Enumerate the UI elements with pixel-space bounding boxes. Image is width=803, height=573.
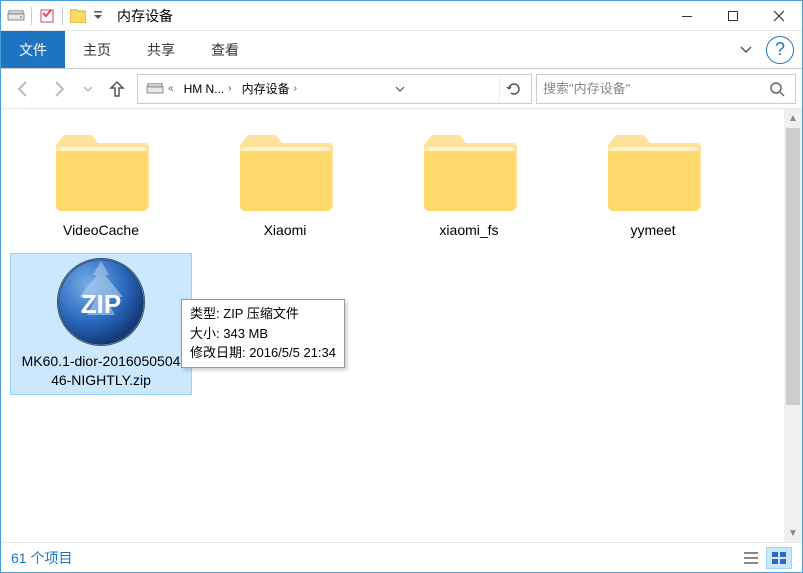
tab-share[interactable]: 共享 bbox=[129, 31, 193, 68]
window-title: 内存设备 bbox=[117, 6, 173, 26]
address-root-icon[interactable]: « bbox=[142, 75, 178, 103]
qat-dropdown-icon[interactable] bbox=[91, 5, 105, 27]
folder-item[interactable]: xiaomi_fs bbox=[379, 123, 559, 244]
search-box[interactable] bbox=[536, 74, 796, 104]
item-label: MK60.1-dior-201605050446-NIGHTLY.zip bbox=[21, 352, 181, 390]
item-label: xiaomi_fs bbox=[439, 221, 498, 240]
folder-icon bbox=[235, 127, 335, 217]
file-tab[interactable]: 文件 bbox=[1, 31, 65, 68]
folder-icon bbox=[51, 127, 151, 217]
search-icon[interactable] bbox=[765, 77, 789, 101]
qat-properties-icon[interactable] bbox=[36, 5, 58, 27]
up-button[interactable] bbox=[101, 73, 133, 105]
scroll-up-icon[interactable]: ▲ bbox=[784, 109, 802, 127]
breadcrumb-segment[interactable]: 内存设备 › bbox=[238, 75, 301, 103]
help-button[interactable]: ? bbox=[766, 36, 794, 64]
breadcrumb-segment[interactable]: HM N... › bbox=[180, 75, 236, 103]
status-bar: 61 个项目 bbox=[1, 542, 802, 572]
drive-icon bbox=[5, 5, 27, 27]
folder-item[interactable]: yymeet bbox=[563, 123, 743, 244]
folder-item[interactable]: Xiaomi bbox=[195, 123, 375, 244]
folder-icon bbox=[419, 127, 519, 217]
item-label: VideoCache bbox=[63, 221, 139, 240]
folder-icon bbox=[603, 127, 703, 217]
tab-view[interactable]: 查看 bbox=[193, 31, 257, 68]
item-label: yymeet bbox=[630, 221, 675, 240]
navigation-bar: « HM N... › 内存设备 › bbox=[1, 69, 802, 109]
ribbon-expand-icon[interactable] bbox=[732, 36, 760, 64]
qat-newfolder-icon[interactable] bbox=[67, 5, 89, 27]
address-history-icon[interactable] bbox=[392, 75, 408, 103]
svg-text:ZIP: ZIP bbox=[80, 289, 120, 319]
item-count: 61 个项目 bbox=[11, 548, 72, 568]
history-dropdown-icon[interactable] bbox=[79, 73, 97, 105]
zip-icon: ZIP bbox=[51, 258, 151, 348]
chevron-right-icon[interactable]: › bbox=[228, 83, 231, 94]
icons-view-button[interactable] bbox=[766, 547, 792, 569]
maximize-button[interactable] bbox=[710, 1, 756, 31]
ribbon-tabs: 文件 主页 共享 查看 ? bbox=[1, 31, 802, 69]
folder-item[interactable]: VideoCache bbox=[11, 123, 191, 244]
address-bar[interactable]: « HM N... › 内存设备 › bbox=[137, 74, 532, 104]
refresh-button[interactable] bbox=[499, 75, 527, 103]
item-label: Xiaomi bbox=[264, 221, 307, 240]
file-pane[interactable]: VideoCache Xiaomi xiaomi_fs yymeet bbox=[1, 109, 802, 542]
forward-button[interactable] bbox=[43, 73, 75, 105]
scrollbar-thumb[interactable] bbox=[786, 128, 800, 405]
tab-home[interactable]: 主页 bbox=[65, 31, 129, 68]
titlebar: 内存设备 bbox=[1, 1, 802, 31]
chevron-right-icon[interactable]: › bbox=[294, 83, 297, 94]
breadcrumb-label: 内存设备 bbox=[242, 80, 290, 97]
scroll-down-icon[interactable]: ▼ bbox=[784, 524, 802, 542]
search-input[interactable] bbox=[543, 81, 765, 96]
zip-file-item[interactable]: ZIP MK60.1-dior-201605050446-NIGHTLY.zip bbox=[11, 254, 191, 394]
minimize-button[interactable] bbox=[664, 1, 710, 31]
details-view-button[interactable] bbox=[738, 547, 764, 569]
vertical-scrollbar[interactable]: ▲ ▼ bbox=[784, 109, 802, 542]
file-tooltip: 类型: ZIP 压缩文件 大小: 343 MB 修改日期: 2016/5/5 2… bbox=[181, 299, 345, 368]
back-button[interactable] bbox=[7, 73, 39, 105]
close-button[interactable] bbox=[756, 1, 802, 31]
breadcrumb-label: HM N... bbox=[184, 82, 225, 96]
